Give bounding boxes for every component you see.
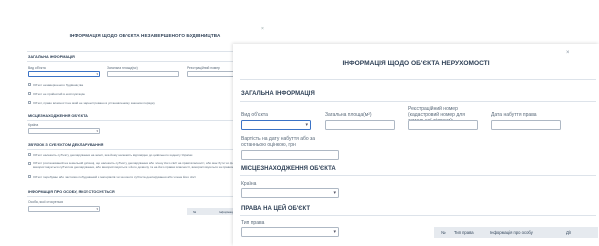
value-input[interactable] (241, 150, 339, 160)
checkbox-label: Об'єкт належить суб'єкту декларування на… (33, 153, 193, 157)
divider (240, 215, 596, 216)
right-type-select[interactable]: ▾ (241, 227, 339, 237)
right-type-label: Тип права (241, 220, 265, 226)
acquired-date-label: Дата набуття права (491, 112, 537, 118)
checkbox-label: Об'єкт, право власності на який не зареє… (33, 101, 155, 105)
divider (27, 61, 265, 62)
checkbox[interactable] (28, 101, 31, 104)
section-title-general: ЗАГАЛЬНА ІНФОРМАЦІЯ (28, 55, 75, 59)
object-type-label: Вид об'єкта (241, 112, 268, 118)
section-title-rights: ПРАВА НА ЦЕЙ ОБ'ЄКТ (241, 206, 311, 212)
persons-label: Особа, якої стосується (28, 200, 64, 204)
column-header: № (441, 229, 446, 235)
area-input[interactable] (107, 71, 179, 77)
checkbox-label: Об'єкт незавершеного будівництва (33, 83, 84, 87)
country-label: Країна (241, 181, 257, 187)
object-type-select[interactable]: ▾ (28, 71, 100, 77)
column-header: Інформація про особу (490, 229, 533, 235)
area-label: Загальна площа(м²) (107, 66, 138, 70)
section-title-declaration: ЗВ'ЯЗОК З СУБ'ЄКТОМ ДЕКЛАРУВАННЯ (28, 143, 104, 147)
country-label: Країна (28, 123, 39, 127)
chevron-down-icon: ▾ (96, 207, 98, 211)
divider (240, 101, 596, 102)
chevron-down-icon: ▾ (305, 122, 308, 128)
section-title-persons: ІНФОРМАЦІЯ ПРО ОСОБУ, ЯКОЇ СТОСУЄТЬСЯ (28, 190, 115, 194)
country-select[interactable]: ▾ (241, 188, 339, 198)
object-type-select[interactable]: ▾ (241, 120, 311, 130)
divider (27, 51, 265, 52)
chevron-down-icon: ▾ (333, 229, 336, 235)
checkbox[interactable] (28, 92, 31, 95)
acquired-date-input[interactable] (491, 120, 561, 130)
checkbox-label: Об'єкт розташований на земельній ділянці… (33, 162, 256, 170)
checkbox[interactable] (28, 83, 31, 86)
reg-number-label: Реєстраційний номер (187, 66, 220, 70)
chevron-down-icon: ▾ (333, 190, 336, 196)
close-icon[interactable]: × (261, 26, 264, 32)
area-label: Загальна площа(м²) (325, 112, 372, 118)
rights-table-header: № Тип права Інформація про особу Дії (434, 227, 598, 238)
chevron-down-icon: ▾ (96, 129, 98, 133)
checkbox[interactable] (28, 153, 31, 156)
back-dialog: × ІНФОРМАЦІЯ ЩОДО ОБ'ЄКТА НЕЗАВЕРШЕНОГО … (22, 26, 268, 246)
checkbox-label: Об'єкт перебуває або частково побудовани… (33, 175, 196, 179)
column-header: Дії (566, 229, 571, 235)
reg-number-input[interactable] (408, 120, 478, 130)
divider (27, 149, 265, 150)
checkbox[interactable] (28, 175, 31, 178)
dialog-title: ІНФОРМАЦІЯ ЩОДО ОБ'ЄКТА НЕРУХОМОСТІ (342, 60, 490, 67)
divider (240, 79, 596, 80)
area-input[interactable] (325, 120, 395, 130)
column-header: Тип права (454, 229, 474, 235)
column-header: № (193, 209, 197, 214)
checkbox[interactable] (28, 162, 31, 165)
object-type-label: Вид об'єкта (28, 66, 46, 70)
divider (27, 120, 265, 121)
section-title-location: МІСЦЕЗНАХОДЖЕННЯ ОБ'ЄКТА (28, 114, 88, 118)
value-label: Вартість на дату набуття або за останньо… (241, 136, 316, 148)
close-icon[interactable]: × (566, 50, 570, 56)
dialog-title: ІНФОРМАЦІЯ ЩОДО ОБ'ЄКТА НЕЗАВЕРШЕНОГО БУ… (69, 33, 221, 38)
persons-select[interactable]: ▾ (28, 206, 100, 212)
divider (240, 175, 596, 176)
front-dialog: × ІНФОРМАЦІЯ ЩОДО ОБ'ЄКТА НЕРУХОМОСТІ ЗА… (233, 44, 599, 246)
section-title-location: МІСЦЕЗНАХОДЖЕННЯ ОБ'ЄКТА (241, 166, 336, 172)
divider (27, 196, 265, 197)
chevron-down-icon: ▾ (96, 72, 98, 76)
section-title-general: ЗАГАЛЬНА ІНФОРМАЦІЯ (241, 91, 315, 97)
country-select[interactable]: ▾ (28, 128, 100, 134)
checkbox-label: Об'єкт не прийнятий в експлуатацію (33, 92, 85, 96)
